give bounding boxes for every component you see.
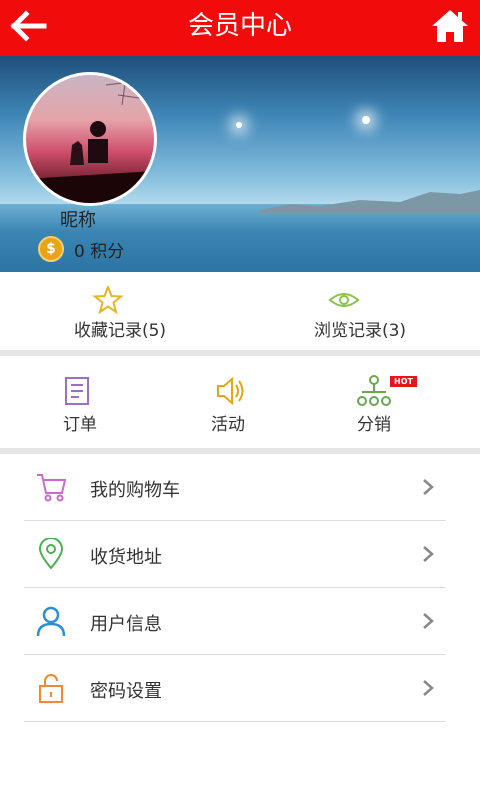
- shortcuts-row: 订单 活动 分销 HOT: [0, 356, 480, 448]
- favorites-record-button[interactable]: 收藏记录(5): [0, 272, 240, 350]
- cart-icon: [37, 474, 66, 502]
- chevron-right-icon: [423, 680, 434, 696]
- star-icon: [92, 286, 124, 314]
- home-icon[interactable]: [430, 8, 470, 44]
- chevron-right-icon: [423, 546, 434, 562]
- avatar-image: [26, 76, 154, 203]
- hills-background: [260, 190, 480, 214]
- eye-icon: [328, 293, 360, 307]
- chevron-right-icon: [423, 613, 434, 629]
- light-spark: [236, 122, 242, 128]
- distribution-button[interactable]: 分销: [294, 356, 454, 448]
- menu-item-cart[interactable]: 我的购物车: [24, 454, 446, 521]
- lock-icon: [39, 674, 63, 703]
- coin-icon: $: [38, 236, 64, 262]
- orders-button[interactable]: 订单: [0, 356, 160, 448]
- nickname[interactable]: 昵称: [60, 206, 96, 232]
- menu-item-label: 密码设置: [90, 681, 162, 702]
- hot-badge: HOT: [390, 376, 417, 387]
- distribution-icon: [357, 375, 391, 406]
- menu-item-label: 收货地址: [90, 547, 162, 568]
- light-spark: [362, 116, 370, 124]
- points-display[interactable]: $ 0 积分: [38, 236, 124, 262]
- menu-item-label: 我的购物车: [90, 480, 180, 501]
- activities-label: 活动: [211, 415, 245, 435]
- chevron-right-icon: [423, 479, 434, 495]
- browse-record-button[interactable]: 浏览记录(3): [240, 272, 480, 350]
- top-bar: 会员中心: [0, 0, 480, 56]
- menu-item-address[interactable]: 收货地址: [24, 521, 446, 588]
- browse-label: 浏览记录(3): [313, 321, 407, 341]
- page-title: 会员中心: [187, 11, 292, 41]
- avatar[interactable]: [23, 72, 157, 206]
- activities-button[interactable]: 活动: [148, 356, 308, 448]
- menu-item-password[interactable]: 密码设置: [24, 655, 446, 722]
- location-pin-icon: [38, 538, 64, 570]
- speaker-icon: [217, 376, 244, 406]
- order-icon: [65, 377, 89, 405]
- favorites-label: 收藏记录(5): [73, 321, 167, 341]
- orders-label: 订单: [63, 415, 97, 435]
- menu-item-user-info[interactable]: 用户信息: [24, 588, 446, 655]
- user-icon: [36, 606, 66, 637]
- menu-item-label: 用户信息: [90, 614, 162, 635]
- quick-stats-row: 收藏记录(5) 浏览记录(3): [0, 272, 480, 350]
- menu-list: 我的购物车 收货地址 用户信息 密码设置: [0, 454, 480, 722]
- points-value: 0 积分: [74, 241, 125, 262]
- distribution-label: 分销: [357, 415, 391, 435]
